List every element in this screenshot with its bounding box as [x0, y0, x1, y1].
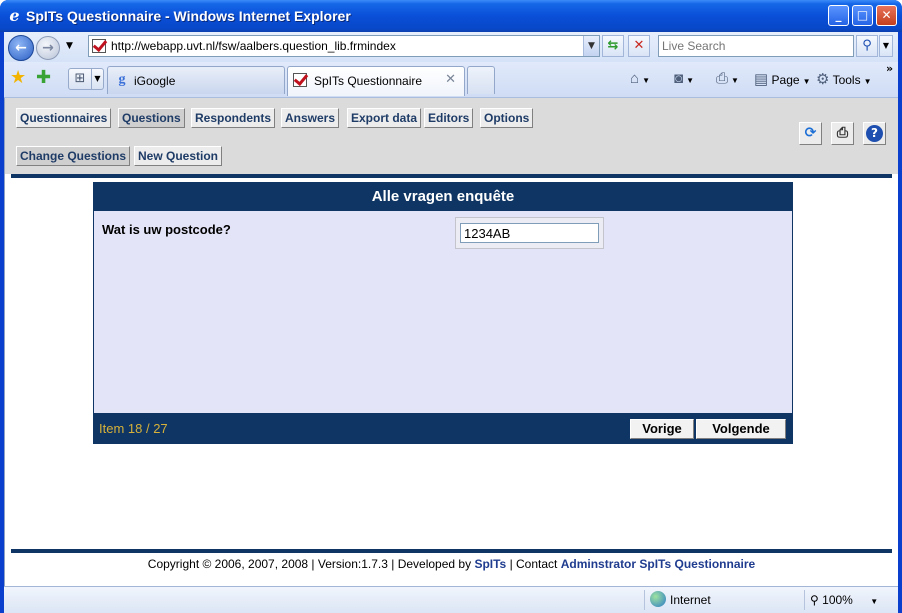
tab-spits-questionnaire[interactable]: SpITs Questionnaire ✕ [287, 66, 465, 96]
nav-respondents[interactable]: Respondents [191, 108, 276, 128]
page-icon: ▤ [754, 71, 769, 88]
help-button[interactable]: ? [863, 122, 886, 145]
header-divider [11, 174, 892, 178]
gear-icon: ⚙ [816, 71, 830, 88]
feeds-button[interactable]: ◙ ▼ [674, 70, 694, 87]
panel-footer: Item 18 / 27 Vorige Volgende [94, 413, 792, 443]
magnifier-icon: ⚲ [810, 593, 819, 607]
print-page-button[interactable]: ⎙ [831, 122, 854, 145]
checkmark-icon [293, 73, 307, 87]
arrow-right-icon: → [42, 40, 54, 56]
contact-link[interactable]: Adminstrator SpITs Questionnaire [561, 557, 755, 571]
globe-icon [650, 591, 666, 607]
panel-title: Alle vragen enquête [94, 183, 792, 211]
new-question-button[interactable]: New Question [134, 146, 223, 166]
refresh-icon: ⇆ [607, 38, 619, 53]
footer-text: Copyright © 2006, 2007, 2008 | Version:1… [147, 557, 472, 571]
page-menu[interactable]: ▤ Page ▼ [754, 70, 810, 88]
search-button[interactable]: ⚲ [856, 35, 878, 57]
change-questions-button[interactable]: Change Questions [16, 146, 131, 166]
tab-toolbar: ★ ✚ ⊞ ▼ g iGoogle SpITs Questionnaire ✕ … [4, 62, 898, 98]
question-label: Wat is uw postcode? [102, 222, 231, 237]
stop-icon: ✕ [633, 38, 645, 53]
rss-icon: ◙ [674, 70, 684, 87]
footer-divider [11, 549, 892, 553]
stop-button[interactable]: ✕ [628, 35, 650, 57]
nav-options[interactable]: Options [480, 108, 534, 128]
item-counter: Item 18 / 27 [99, 421, 168, 436]
quick-tabs-button[interactable]: ⊞ [68, 68, 92, 90]
tab-close-icon[interactable]: ✕ [445, 72, 456, 87]
security-zone: Internet [670, 593, 711, 607]
refresh-icon: ⟳ [804, 125, 817, 141]
nav-answers[interactable]: Answers [281, 108, 340, 128]
history-dropdown-icon[interactable]: ▼ [66, 41, 73, 51]
grid-icon: ⊞ [74, 71, 86, 86]
status-divider [804, 590, 805, 610]
page-viewport: Questionnaires Questions Respondents Ans… [4, 98, 898, 586]
question-panel: Alle vragen enquête Wat is uw postcode? … [93, 182, 793, 444]
favorites-star-icon[interactable]: ★ [10, 68, 26, 88]
magnifier-icon: ⚲ [862, 38, 872, 53]
previous-button[interactable]: Vorige [630, 419, 694, 439]
nav-export-data[interactable]: Export data [347, 108, 422, 128]
refresh-page-button[interactable]: ⟳ [799, 122, 822, 145]
page-footer: Copyright © 2006, 2007, 2008 | Version:1… [5, 557, 898, 571]
nav-questions[interactable]: Questions [118, 108, 185, 128]
printer-icon: ⎙ [836, 125, 849, 141]
more-commands-icon[interactable]: » [886, 62, 893, 75]
address-url[interactable]: http://webapp.uvt.nl/fsw/aalbers.questio… [111, 39, 396, 53]
footer-contact-text: | Contact [509, 557, 558, 571]
ie-logo-icon: e [9, 6, 20, 25]
google-g-icon: g [118, 72, 126, 87]
site-favicon-icon [92, 39, 106, 53]
zoom-dropdown-icon[interactable]: ▼ [870, 597, 878, 606]
status-divider [644, 590, 645, 610]
developer-link[interactable]: SpITs [474, 557, 506, 571]
forward-button[interactable]: → [36, 36, 60, 60]
search-options-dropdown[interactable]: ▼ [879, 35, 893, 57]
next-button[interactable]: Volgende [696, 419, 786, 439]
home-button[interactable]: ⌂ ▼ [630, 70, 650, 87]
add-favorite-icon[interactable]: ✚ [36, 68, 51, 88]
postcode-input[interactable] [460, 223, 599, 243]
new-tab-button[interactable] [467, 66, 495, 94]
printer-icon: ⎙ [716, 70, 729, 87]
zoom-level[interactable]: ⚲ 100% ▼ [810, 593, 878, 607]
window-title: SpITs Questionnaire - Windows Internet E… [26, 8, 351, 24]
minimize-button[interactable]: _ [828, 5, 849, 26]
title-bar: e SpITs Questionnaire - Windows Internet… [0, 0, 902, 32]
address-dropdown-icon[interactable]: ▼ [583, 36, 599, 56]
refresh-button[interactable]: ⇆ [602, 35, 624, 57]
nav-questionnaires[interactable]: Questionnaires [16, 108, 112, 128]
answer-container [455, 217, 604, 249]
tab-igoogle[interactable]: g iGoogle [107, 66, 285, 94]
search-input[interactable] [659, 36, 849, 56]
help-icon: ? [866, 125, 883, 142]
maximize-button[interactable]: □ [852, 5, 873, 26]
close-button[interactable]: ✕ [876, 5, 897, 26]
app-navigation: Questionnaires Questions Respondents Ans… [5, 98, 898, 174]
browser-chrome: ← → ▼ http://webapp.uvt.nl/fsw/aalbers.q… [4, 32, 898, 98]
search-box[interactable] [658, 35, 854, 57]
print-toolbar-button[interactable]: ⎙ ▼ [716, 70, 739, 87]
tab-label: SpITs Questionnaire [314, 74, 423, 88]
browser-window: e SpITs Questionnaire - Windows Internet… [0, 0, 902, 613]
address-bar[interactable]: http://webapp.uvt.nl/fsw/aalbers.questio… [88, 35, 600, 57]
status-bar: Internet ⚲ 100% ▼ [4, 586, 898, 613]
tools-menu[interactable]: ⚙ Tools ▼ [816, 70, 872, 88]
nav-editors[interactable]: Editors [424, 108, 474, 128]
tab-label: iGoogle [134, 74, 176, 88]
home-icon: ⌂ [630, 70, 640, 87]
tab-list-dropdown[interactable]: ▼ [92, 68, 104, 90]
arrow-left-icon: ← [15, 40, 27, 56]
back-button[interactable]: ← [8, 35, 34, 61]
address-toolbar: ← → ▼ http://webapp.uvt.nl/fsw/aalbers.q… [4, 32, 898, 62]
